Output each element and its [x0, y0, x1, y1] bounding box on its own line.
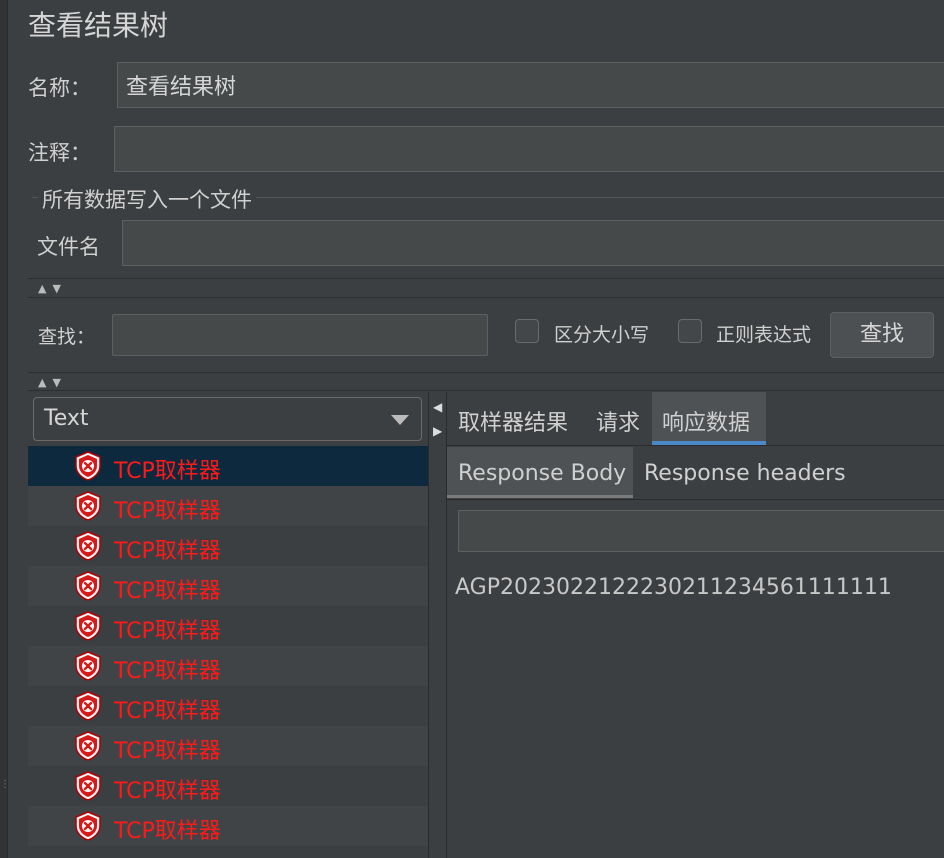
error-shield-icon: [74, 611, 102, 641]
tree-row-label: TCP取样器: [114, 459, 221, 484]
error-shield-icon: [74, 571, 102, 601]
case-sensitive-label: 区分大小写: [554, 324, 650, 346]
tree-row[interactable]: TCP取样器: [28, 726, 428, 766]
active-subtab-indicator: [447, 495, 633, 498]
regex-label: 正则表达式: [716, 324, 812, 346]
results-tree: TCP取样器 TCP取样器 TCP取样器 TCP取样器 TCP取样器 TCP取样器 TCP取…: [28, 446, 428, 858]
chevron-down-icon: [391, 415, 409, 425]
error-shield-icon: [74, 651, 102, 681]
page-title: 查看结果树: [28, 9, 169, 42]
tree-row-label: TCP取样器: [114, 779, 221, 804]
filename-input[interactable]: [122, 220, 944, 266]
divider: [28, 297, 944, 298]
comment-input[interactable]: [114, 126, 944, 172]
tree-row[interactable]: TCP取样器: [28, 766, 428, 806]
comment-label: 注释：: [28, 141, 91, 165]
renderer-select[interactable]: Text: [33, 397, 422, 441]
case-sensitive-checkbox[interactable]: [515, 319, 539, 343]
subtab-response-headers[interactable]: Response headers: [644, 461, 846, 486]
regex-checkbox[interactable]: [678, 319, 702, 343]
tree-row[interactable]: TCP取样器: [28, 566, 428, 606]
drag-grip-icon[interactable]: ⋮: [0, 780, 10, 810]
response-search-input[interactable]: [458, 510, 944, 552]
split-divider: [428, 392, 429, 858]
file-group-legend: 所有数据写入一个文件: [38, 184, 256, 214]
tree-row-label: TCP取样器: [114, 579, 221, 604]
tree-row[interactable]: TCP取样器: [28, 806, 428, 846]
search-input[interactable]: [112, 314, 488, 356]
left-edge-strip: [0, 0, 8, 858]
tree-row[interactable]: TCP取样器: [28, 646, 428, 686]
error-shield-icon: [74, 811, 102, 841]
tree-row-label: TCP取样器: [114, 539, 221, 564]
renderer-select-value: Text: [44, 406, 89, 431]
tree-row-label: TCP取样器: [114, 499, 221, 524]
tree-row-label: TCP取样器: [114, 659, 221, 684]
tree-row[interactable]: TCP取样器: [28, 606, 428, 646]
error-shield-icon: [74, 731, 102, 761]
divider: [28, 372, 944, 373]
divider: [447, 499, 944, 500]
divider: [28, 278, 944, 279]
tree-row[interactable]: TCP取样器: [28, 486, 428, 526]
tree-row-label: TCP取样器: [114, 699, 221, 724]
name-input[interactable]: [117, 62, 944, 108]
error-shield-icon: [74, 691, 102, 721]
tab-response-data[interactable]: 响应数据: [662, 405, 750, 437]
divider: [28, 390, 944, 391]
tree-row[interactable]: TCP取样器: [28, 686, 428, 726]
error-shield-icon: [74, 531, 102, 561]
filename-label: 文件名: [37, 235, 100, 259]
response-body-text[interactable]: AGP2023022122230211234561111111: [455, 575, 892, 600]
divider: [447, 445, 944, 446]
error-shield-icon: [74, 491, 102, 521]
splitter-arrows-icon[interactable]: ▲▼: [38, 282, 67, 295]
name-label: 名称：: [28, 76, 91, 100]
tree-row[interactable]: TCP取样器: [28, 526, 428, 566]
search-label: 查找：: [38, 326, 96, 348]
error-shield-icon: [74, 771, 102, 801]
subtab-response-body[interactable]: Response Body: [458, 461, 626, 486]
tree-row-label: TCP取样器: [114, 739, 221, 764]
tree-row-label: TCP取样器: [114, 619, 221, 644]
expand-right-icon[interactable]: ▶: [433, 424, 442, 438]
splitter-arrows-icon[interactable]: ▲▼: [38, 376, 67, 389]
collapse-left-icon[interactable]: ◀: [433, 400, 442, 414]
tab-sampler-result[interactable]: 取样器结果: [458, 405, 568, 437]
error-shield-icon: [74, 451, 102, 481]
tab-request[interactable]: 请求: [596, 405, 640, 437]
search-button[interactable]: 查找: [830, 312, 934, 358]
tree-row-label: TCP取样器: [114, 819, 221, 844]
tree-row[interactable]: TCP取样器: [28, 446, 428, 486]
